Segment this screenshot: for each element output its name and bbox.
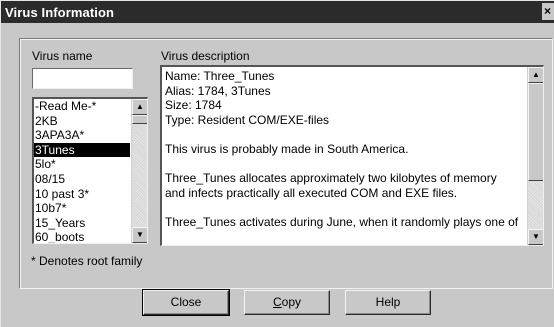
virus-information-dialog: Virus Information × Virus name -Read Me-…	[0, 0, 554, 327]
scroll-thumb[interactable]	[132, 115, 147, 124]
description-line: Name: Three_Tunes	[165, 69, 275, 83]
virus-list-item[interactable]: 10b7*	[34, 201, 130, 216]
virus-description-text: Name: Three_Tunes Alias: 1784, 3Tunes Size…	[165, 69, 525, 230]
copy-button-label: opy	[281, 295, 302, 309]
down-arrow-icon[interactable]: ▼	[132, 227, 147, 243]
description-line: Three_Tunes allocates approximately two …	[165, 171, 497, 186]
virus-list-item[interactable]: 3APA3A*	[34, 128, 130, 143]
description-line: This virus is probably made in South Ame…	[165, 141, 409, 156]
virus-list-item[interactable]: 08/15	[34, 172, 130, 187]
up-arrow-icon[interactable]: ▲	[528, 67, 543, 83]
description-scrollbar[interactable]: ▲ ▼	[527, 67, 543, 245]
root-family-footnote: * Denotes root family	[31, 254, 143, 268]
title-bar[interactable]: Virus Information ×	[1, 1, 554, 23]
virus-list-item[interactable]: 5lo*	[34, 157, 130, 172]
close-button-label: Close	[170, 295, 202, 309]
virus-description-box[interactable]: Name: Three_Tunes Alias: 1784, 3Tunes Size…	[160, 65, 544, 246]
virus-description-label: Virus description	[161, 49, 250, 63]
virus-name-input[interactable]	[32, 68, 133, 89]
window-title: Virus Information	[5, 5, 115, 20]
virus-list-item[interactable]: -Read Me-*	[34, 99, 130, 114]
virus-list-items: -Read Me-* 2KB 3APA3A* 3Tunes 5lo* 08/15 10 pa…	[34, 99, 130, 243]
virus-list[interactable]: -Read Me-* 2KB 3APA3A* 3Tunes 5lo* 08/15 10 pa…	[32, 97, 148, 244]
virus-list-item[interactable]: 60_boots	[34, 230, 130, 243]
description-line: Size: 1784	[165, 98, 222, 113]
description-blank-line	[165, 200, 525, 215]
copy-button[interactable]: Copy	[244, 290, 330, 315]
virus-list-item[interactable]: 10 past 3*	[34, 187, 130, 202]
virus-list-item[interactable]: 3Tunes	[34, 142, 130, 158]
description-line: Type: Resident COM/EXE-files	[165, 112, 330, 127]
scroll-thumb[interactable]	[528, 83, 543, 181]
description-line: and infects practically all executed COM…	[165, 185, 458, 200]
virus-list-scrollbar[interactable]: ▲ ▼	[131, 99, 147, 243]
close-icon[interactable]: ×	[542, 3, 554, 20]
description-blank-line	[165, 157, 525, 172]
description-blank-line	[165, 127, 525, 142]
copy-button-mnemonic: C	[272, 295, 282, 309]
description-line: Alias: 1784, 3Tunes	[165, 83, 271, 98]
help-button[interactable]: Help	[345, 290, 431, 315]
up-arrow-icon[interactable]: ▲	[132, 99, 147, 115]
help-button-label: Help	[375, 295, 401, 309]
virus-name-label: Virus name	[32, 49, 93, 63]
virus-list-item[interactable]: 15_Years	[34, 216, 130, 231]
virus-list-item[interactable]: 2KB	[34, 114, 130, 129]
close-button[interactable]: Close	[142, 289, 230, 316]
description-line: Three_Tunes activates during June, when …	[165, 214, 519, 229]
down-arrow-icon[interactable]: ▼	[528, 229, 543, 245]
